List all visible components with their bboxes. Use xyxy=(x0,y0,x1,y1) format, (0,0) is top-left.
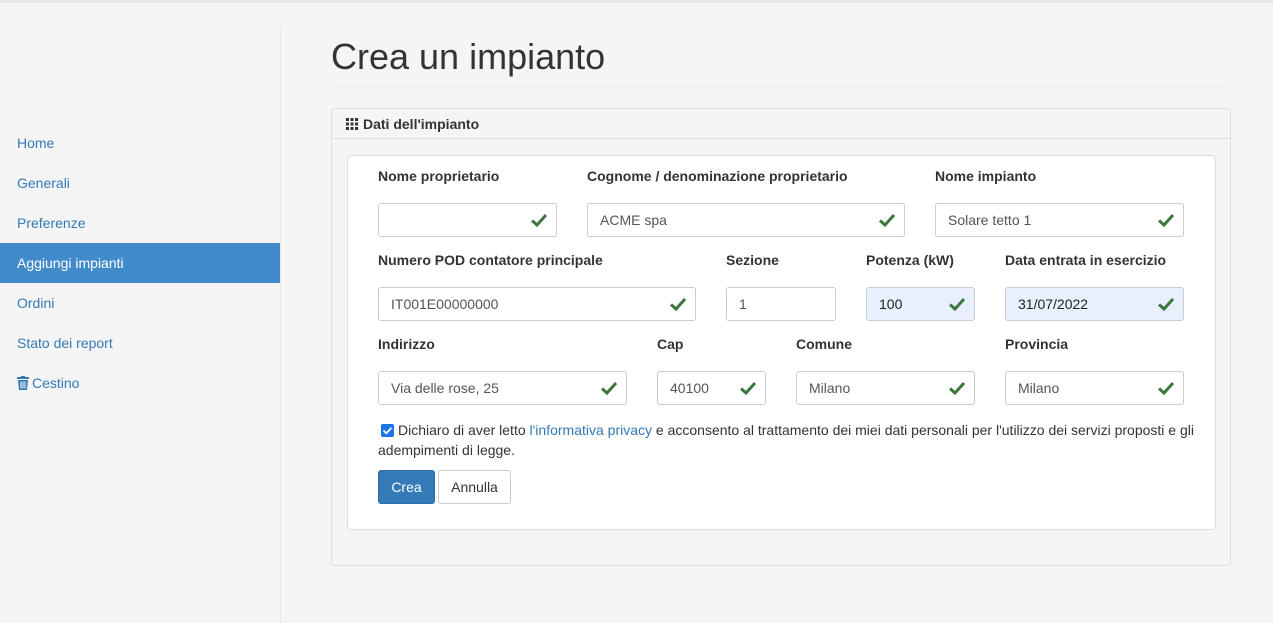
input-value: IT001E00000000 xyxy=(391,296,499,312)
sidebar-nav: Home Generali Preferenze Aggiungi impian… xyxy=(0,123,280,403)
sidebar-item-home[interactable]: Home xyxy=(0,123,280,163)
check-icon xyxy=(740,381,756,395)
field-label: Indirizzo xyxy=(378,336,435,352)
sidebar-item-label: Cestino xyxy=(32,375,80,391)
sidebar: Home Generali Preferenze Aggiungi impian… xyxy=(0,28,281,623)
privacy-link[interactable]: l'informativa privacy xyxy=(530,422,653,438)
field-group-sezione: Sezione 1 xyxy=(726,252,836,321)
privacy-checkbox[interactable] xyxy=(381,424,394,437)
field-label: Data entrata in esercizio xyxy=(1005,252,1167,268)
consent-text-before: Dichiaro di aver letto xyxy=(398,422,530,438)
field-label: Sezione xyxy=(726,252,779,268)
sidebar-item-cestino[interactable]: Cestino xyxy=(0,363,280,403)
check-icon xyxy=(949,381,965,395)
check-icon xyxy=(1158,213,1174,227)
sidebar-item-label: Generali xyxy=(17,175,70,191)
grid-icon xyxy=(346,110,358,140)
field-label: Cap xyxy=(657,336,684,352)
sidebar-item-aggiungi-impianti[interactable]: Aggiungi impianti xyxy=(0,243,280,283)
input-value: Milano xyxy=(809,380,851,396)
field-label: Nome proprietario xyxy=(378,168,500,184)
input-value: 31/07/2022 xyxy=(1018,296,1089,312)
check-icon xyxy=(1158,297,1174,311)
field-group-nome-impianto: Nome impianto Solare tetto 1 xyxy=(935,168,1184,237)
input-value: 100 xyxy=(879,296,903,312)
potenza-input[interactable]: 100 xyxy=(866,287,975,321)
cognome-proprietario-input[interactable]: ACME spa xyxy=(587,203,905,237)
cap-input[interactable]: 40100 xyxy=(657,371,766,405)
title-divider xyxy=(331,87,1231,88)
sidebar-item-ordini[interactable]: Ordini xyxy=(0,283,280,323)
input-value: ACME spa xyxy=(600,212,667,228)
create-button[interactable]: Crea xyxy=(378,470,435,504)
field-label: Numero POD contatore principale xyxy=(378,252,603,268)
sidebar-item-label: Preferenze xyxy=(17,215,86,231)
sidebar-item-label: Ordini xyxy=(17,295,55,311)
top-border xyxy=(0,0,1273,3)
numero-pod-input[interactable]: IT001E00000000 xyxy=(378,287,696,321)
sidebar-item-label: Stato dei report xyxy=(17,335,113,351)
cancel-button[interactable]: Annulla xyxy=(438,470,511,504)
field-group-nome-proprietario: Nome proprietario xyxy=(378,168,557,237)
field-group-potenza: Potenza (kW) 100 xyxy=(866,252,975,321)
field-label: Provincia xyxy=(1005,336,1069,352)
input-value: Solare tetto 1 xyxy=(948,212,1032,228)
check-icon xyxy=(670,297,686,311)
form-container: Nome proprietario Cognome / denominazion… xyxy=(347,155,1216,530)
check-icon xyxy=(949,297,965,311)
field-group-data-esercizio: Data entrata in esercizio 31/07/2022 xyxy=(1005,252,1184,321)
plant-panel: Dati dell'impianto Nome proprietario Cog… xyxy=(331,108,1231,566)
panel-heading: Dati dell'impianto xyxy=(332,109,1230,139)
nome-impianto-input[interactable]: Solare tetto 1 xyxy=(935,203,1184,237)
privacy-consent: Dichiaro di aver letto l'informativa pri… xyxy=(378,420,1208,460)
input-value: 40100 xyxy=(670,380,709,396)
field-group-indirizzo: Indirizzo Via delle rose, 25 xyxy=(378,336,627,405)
field-group-cap: Cap 40100 xyxy=(657,336,766,405)
field-group-cognome-proprietario: Cognome / denominazione proprietario ACM… xyxy=(587,168,905,237)
indirizzo-input[interactable]: Via delle rose, 25 xyxy=(378,371,627,405)
field-label: Nome impianto xyxy=(935,168,1037,184)
sidebar-item-preferenze[interactable]: Preferenze xyxy=(0,203,280,243)
field-label: Cognome / denominazione proprietario xyxy=(587,168,848,184)
field-label: Potenza (kW) xyxy=(866,252,954,268)
data-esercizio-input[interactable]: 31/07/2022 xyxy=(1005,287,1184,321)
comune-input[interactable]: Milano xyxy=(796,371,975,405)
input-value: Via delle rose, 25 xyxy=(391,380,499,396)
field-label: Comune xyxy=(796,336,852,352)
field-group-provincia: Provincia Milano xyxy=(1005,336,1184,405)
field-group-numero-pod: Numero POD contatore principale IT001E00… xyxy=(378,252,696,321)
sidebar-item-label: Home xyxy=(17,135,55,151)
provincia-input[interactable]: Milano xyxy=(1005,371,1184,405)
input-value: 1 xyxy=(739,296,747,312)
check-icon xyxy=(879,213,895,227)
sidebar-item-label: Aggiungi impianti xyxy=(17,255,124,271)
check-icon xyxy=(531,213,547,227)
panel-heading-text: Dati dell'impianto xyxy=(363,116,480,132)
nome-proprietario-input[interactable] xyxy=(378,203,557,237)
sezione-input[interactable]: 1 xyxy=(726,287,836,321)
input-value: Milano xyxy=(1018,380,1060,396)
check-icon xyxy=(1158,381,1174,395)
page-title: Crea un impianto xyxy=(331,36,606,77)
field-group-comune: Comune Milano xyxy=(796,336,975,405)
trash-icon xyxy=(17,365,29,405)
sidebar-item-generali[interactable]: Generali xyxy=(0,163,280,203)
sidebar-item-stato-report[interactable]: Stato dei report xyxy=(0,323,280,363)
check-icon xyxy=(601,381,617,395)
